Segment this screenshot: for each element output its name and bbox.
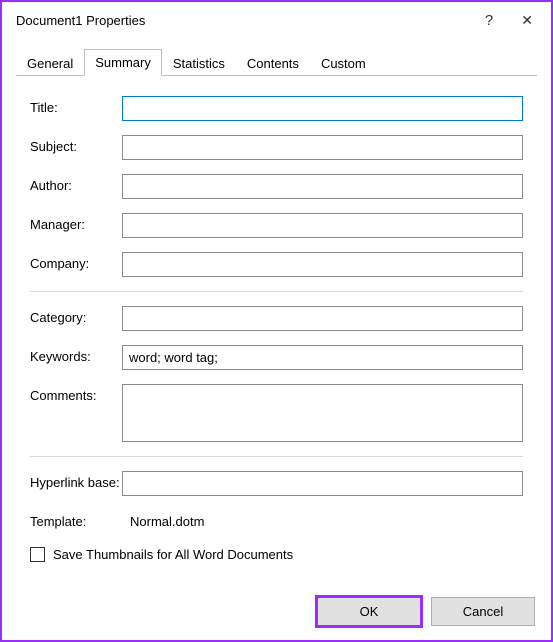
manager-input[interactable] — [122, 213, 523, 238]
title-label: Title: — [30, 96, 122, 115]
dialog-buttons: OK Cancel — [317, 597, 535, 626]
save-thumbnails-checkbox[interactable] — [30, 547, 45, 562]
keywords-label: Keywords: — [30, 345, 122, 364]
tab-summary[interactable]: Summary — [84, 49, 162, 76]
company-label: Company: — [30, 252, 122, 271]
form-content: Title: Subject: Author: Manager: Company… — [2, 76, 551, 572]
tab-bar: General Summary Statistics Contents Cust… — [16, 48, 537, 76]
comments-label: Comments: — [30, 384, 122, 403]
author-input[interactable] — [122, 174, 523, 199]
close-icon[interactable] — [521, 12, 533, 29]
template-label: Template: — [30, 510, 122, 529]
cancel-button[interactable]: Cancel — [431, 597, 535, 626]
keywords-input[interactable] — [122, 345, 523, 370]
hyperlink-base-label: Hyperlink base: — [30, 471, 122, 490]
category-input[interactable] — [122, 306, 523, 331]
save-thumbnails-label: Save Thumbnails for All Word Documents — [53, 547, 293, 562]
template-value: Normal.dotm — [122, 510, 523, 533]
save-thumbnails-row[interactable]: Save Thumbnails for All Word Documents — [30, 547, 523, 562]
comments-textarea[interactable] — [122, 384, 523, 442]
author-label: Author: — [30, 174, 122, 193]
divider-2 — [30, 456, 523, 457]
ok-button[interactable]: OK — [317, 597, 421, 626]
company-input[interactable] — [122, 252, 523, 277]
category-label: Category: — [30, 306, 122, 325]
divider-1 — [30, 291, 523, 292]
titlebar-controls — [485, 12, 539, 29]
tab-statistics[interactable]: Statistics — [162, 50, 236, 76]
subject-label: Subject: — [30, 135, 122, 154]
help-icon[interactable] — [485, 12, 493, 29]
titlebar: Document1 Properties — [2, 2, 551, 42]
tab-custom[interactable]: Custom — [310, 50, 377, 76]
title-input[interactable] — [122, 96, 523, 121]
window-title: Document1 Properties — [16, 13, 485, 28]
manager-label: Manager: — [30, 213, 122, 232]
subject-input[interactable] — [122, 135, 523, 160]
tab-general[interactable]: General — [16, 50, 84, 76]
hyperlink-base-input[interactable] — [122, 471, 523, 496]
tab-contents[interactable]: Contents — [236, 50, 310, 76]
